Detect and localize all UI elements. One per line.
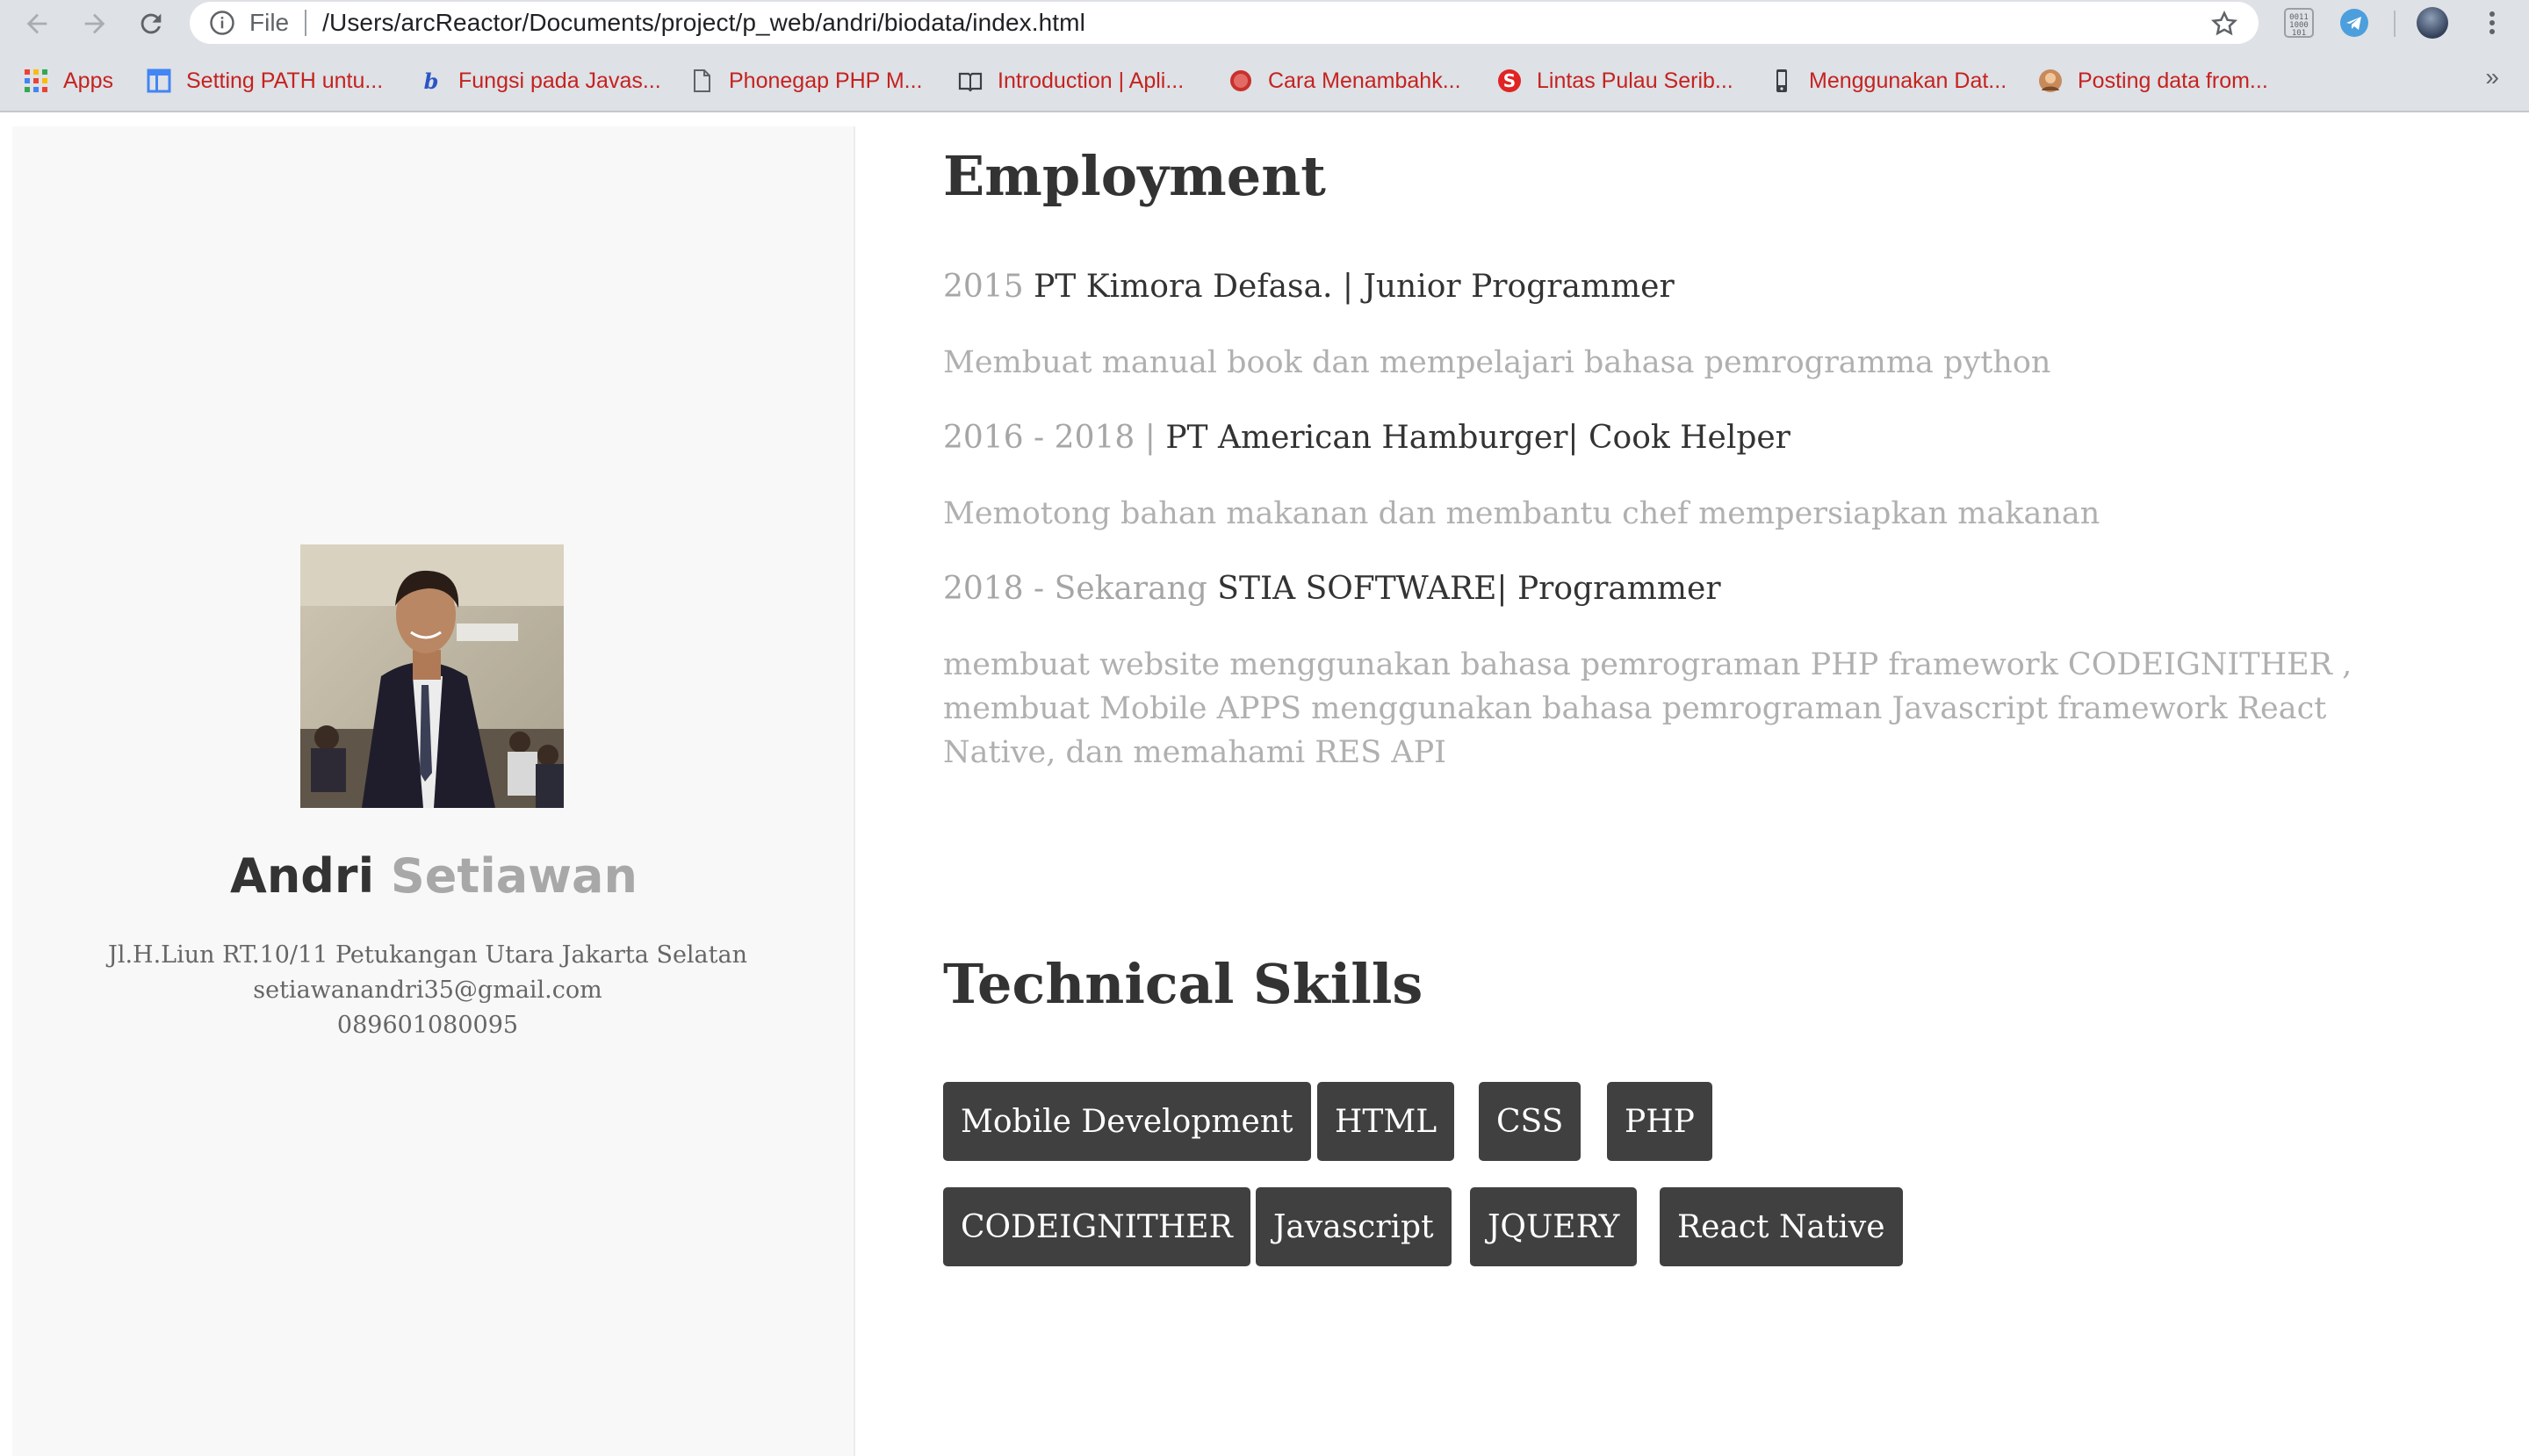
employment-heading: Employment <box>943 144 1326 208</box>
skill-tag-jquery: JQUERY <box>1470 1187 1638 1266</box>
address-bar[interactable]: File /Users/arcReactor/Documents/project… <box>190 2 2259 44</box>
email-text: setiawanandri35@gmail.com <box>253 977 602 1004</box>
profile-avatar-icon[interactable] <box>2417 7 2448 39</box>
svg-text:b: b <box>424 68 439 94</box>
bookmark-introduction[interactable]: Introduction | Apli... <box>957 63 1184 98</box>
bookmark-fungsi-javascript[interactable]: b Fungsi pada Javas... <box>418 63 661 98</box>
back-button[interactable] <box>16 3 58 45</box>
svg-text:101: 101 <box>2292 29 2306 38</box>
info-icon[interactable] <box>209 10 235 36</box>
skill-tag-react-native: React Native <box>1660 1187 1903 1266</box>
apps-grid-icon <box>25 69 47 92</box>
page-content: Andri Setiawan Jl.H.Liun RT.10/11 Petuka… <box>0 112 2529 1456</box>
telegram-icon[interactable] <box>2338 7 2370 39</box>
phone-icon <box>1776 69 1787 92</box>
bookmark-label: Cara Menambahk... <box>1268 68 1461 93</box>
kebab-menu-icon[interactable] <box>2476 7 2508 39</box>
book-icon <box>958 72 983 92</box>
bookmark-phonegap-php[interactable]: Phonegap PHP M... <box>688 63 923 98</box>
job-description: Memotong bahan makanan dan membantu chef… <box>943 496 2100 531</box>
reload-icon <box>140 13 162 34</box>
bookmark-lintas-pulau[interactable]: S Lintas Pulau Serib... <box>1496 63 1733 98</box>
last-name: Setiawan <box>390 848 638 904</box>
bookmark-label: Setting PATH untu... <box>186 68 384 93</box>
job-period: 2018 - Sekarang <box>943 571 1207 607</box>
phone-text: 089601080095 <box>336 1012 519 1039</box>
forward-button[interactable] <box>74 3 116 45</box>
bookmarks-overflow-button[interactable]: » <box>2485 63 2499 91</box>
bookmark-label: Fungsi pada Javas... <box>458 68 661 93</box>
address-scheme-label: File <box>249 9 290 36</box>
document-icon <box>694 69 710 92</box>
avatar-icon <box>2039 69 2062 92</box>
reload-button[interactable] <box>130 3 172 45</box>
skill-tag-mobile-development: Mobile Development <box>943 1082 1311 1161</box>
profile-sidebar: Andri Setiawan Jl.H.Liun RT.10/11 Petuka… <box>12 126 855 1456</box>
s-logo-icon: S <box>1498 69 1521 92</box>
technical-skills-heading: Technical Skills <box>943 952 1423 1016</box>
page-layout-icon <box>147 68 171 93</box>
bookmark-label: Introduction | Apli... <box>998 68 1185 93</box>
svg-text:S: S <box>1503 70 1516 91</box>
skill-tag-codeignither: CODEIGNITHER <box>943 1187 1250 1266</box>
first-name: Andri <box>230 848 375 904</box>
arrow-right-icon <box>84 13 105 34</box>
bing-icon: b <box>424 68 439 94</box>
bookmark-setting-path[interactable]: Setting PATH untu... <box>146 63 383 98</box>
browser-toolbar: File /Users/arcReactor/Documents/project… <box>0 0 2529 47</box>
job-entry: 2018 - Sekarang STIA SOFTWARE| Programme… <box>943 567 2436 611</box>
job-title: PT Kimora Defasa. | Junior Programmer <box>1034 269 1675 305</box>
bookmark-posting-data[interactable]: Posting data from... <box>2037 63 2268 98</box>
arrow-left-icon <box>26 13 47 34</box>
bookmark-cara-menambahkan[interactable]: Cara Menambahk... <box>1228 63 1461 98</box>
bookmarks-bar: Apps Setting PATH untu... b Fungsi pada … <box>0 47 2529 112</box>
bookmark-menggunakan-data[interactable]: Menggunakan Dat... <box>1769 63 2007 98</box>
job-entry: 2015 PT Kimora Defasa. | Junior Programm… <box>943 265 2436 309</box>
profile-name: Andri Setiawan <box>12 848 855 904</box>
address-text: Jl.H.Liun RT.10/11 Petukangan Utara Jaka… <box>108 941 747 969</box>
skill-tag-css: CSS <box>1479 1082 1582 1161</box>
bookmark-label: Posting data from... <box>2078 68 2268 93</box>
job-description: Membuat manual book dan mempelajari baha… <box>943 345 2051 380</box>
job-title: STIA SOFTWARE| Programmer <box>1217 571 1721 607</box>
skill-tag-php: PHP <box>1607 1082 1712 1161</box>
bookmark-apps[interactable]: Apps <box>23 63 113 98</box>
address-divider <box>305 10 307 36</box>
address-url[interactable]: /Users/arcReactor/Documents/project/p_we… <box>322 9 1085 37</box>
bookmark-label: Lintas Pulau Serib... <box>1537 68 1733 93</box>
skill-tag-html: HTML <box>1317 1082 1455 1161</box>
skill-tag-javascript: Javascript <box>1256 1187 1452 1266</box>
bookmark-label: Phonegap PHP M... <box>729 68 923 93</box>
job-entry: 2016 - 2018 | PT American Hamburger| Coo… <box>943 416 2436 460</box>
job-title: PT American Hamburger| Cook Helper <box>1165 420 1790 456</box>
contact-info: Jl.H.Liun RT.10/11 Petukangan Utara Jaka… <box>12 938 843 1043</box>
bookmark-label: Menggunakan Dat... <box>1809 68 2007 93</box>
toolbar-divider <box>2394 11 2396 37</box>
job-period: 2016 - 2018 | <box>943 420 1156 456</box>
bookmark-label: Apps <box>63 68 113 93</box>
binary-extension-icon[interactable]: 0011 1000 101 <box>2283 7 2315 39</box>
profile-photo <box>300 544 564 808</box>
job-description: membuat website menggunakan bahasa pemro… <box>943 647 2352 770</box>
job-period: 2015 <box>943 269 1024 305</box>
red-circle-icon <box>1230 70 1251 91</box>
bookmark-star-icon[interactable] <box>2209 9 2239 39</box>
